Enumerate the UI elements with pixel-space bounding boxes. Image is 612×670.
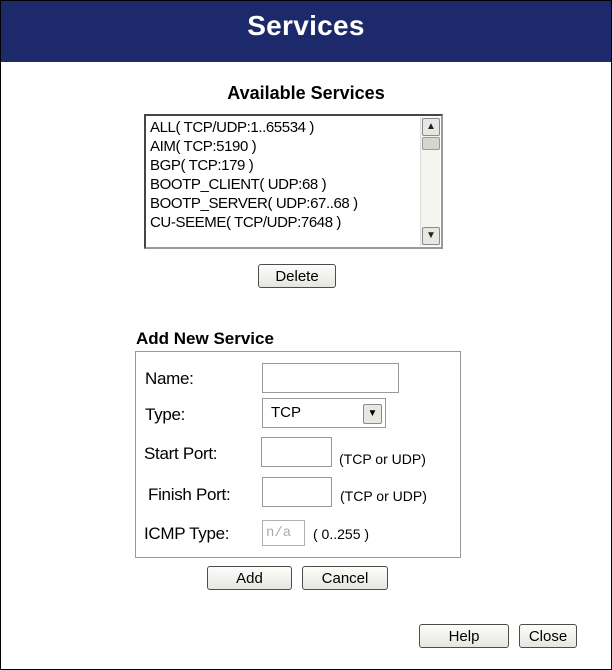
- finish-port-note: (TCP or UDP): [340, 488, 427, 504]
- start-port-label: Start Port:: [144, 444, 218, 463]
- list-scrollbar[interactable]: ▲ ▼: [420, 117, 440, 246]
- add-button[interactable]: Add: [207, 566, 292, 590]
- name-label: Name:: [145, 369, 194, 388]
- scroll-thumb[interactable]: [422, 137, 440, 150]
- type-selected-value: TCP: [271, 404, 301, 421]
- start-port-note: (TCP or UDP): [339, 451, 426, 467]
- finish-port-input[interactable]: [262, 477, 332, 507]
- help-button[interactable]: Help: [419, 624, 509, 648]
- icmp-type-label: ICMP Type:: [144, 524, 230, 543]
- chevron-up-icon: ▲: [426, 121, 436, 132]
- page-title: Services: [247, 10, 365, 41]
- type-select[interactable]: TCP ▼: [262, 398, 386, 428]
- add-new-service-heading: Add New Service: [136, 329, 274, 348]
- close-button[interactable]: Close: [519, 624, 577, 648]
- chevron-down-icon: ▼: [426, 230, 436, 241]
- scroll-down-button[interactable]: ▼: [422, 227, 440, 245]
- delete-button[interactable]: Delete: [258, 264, 336, 288]
- name-input[interactable]: [262, 363, 399, 393]
- available-services-list[interactable]: ALL( TCP/UDP:1..65534 ) AIM( TCP:5190 ) …: [144, 114, 443, 249]
- finish-port-label: Finish Port:: [148, 485, 231, 504]
- icmp-type-note: ( 0..255 ): [313, 526, 370, 542]
- list-item[interactable]: BGP( TCP:179 ): [150, 156, 417, 175]
- start-port-input[interactable]: [261, 437, 332, 467]
- chevron-down-icon[interactable]: ▼: [363, 404, 382, 424]
- list-item[interactable]: BOOTP_SERVER( UDP:67..68 ): [150, 194, 417, 213]
- icmp-type-input: n/a: [262, 520, 305, 546]
- services-window: Services Available Services ALL( TCP/UDP…: [0, 0, 612, 670]
- scroll-up-button[interactable]: ▲: [422, 118, 440, 136]
- cancel-button[interactable]: Cancel: [302, 566, 388, 590]
- type-label: Type:: [145, 405, 186, 424]
- list-item[interactable]: AIM( TCP:5190 ): [150, 137, 417, 156]
- list-item[interactable]: ALL( TCP/UDP:1..65534 ): [150, 118, 417, 137]
- title-bar: Services: [1, 1, 611, 62]
- list-item[interactable]: BOOTP_CLIENT( UDP:68 ): [150, 175, 417, 194]
- list-item[interactable]: CU-SEEME( TCP/UDP:7648 ): [150, 213, 417, 232]
- icmp-type-placeholder: n/a: [266, 525, 292, 541]
- available-services-heading: Available Services: [227, 83, 385, 103]
